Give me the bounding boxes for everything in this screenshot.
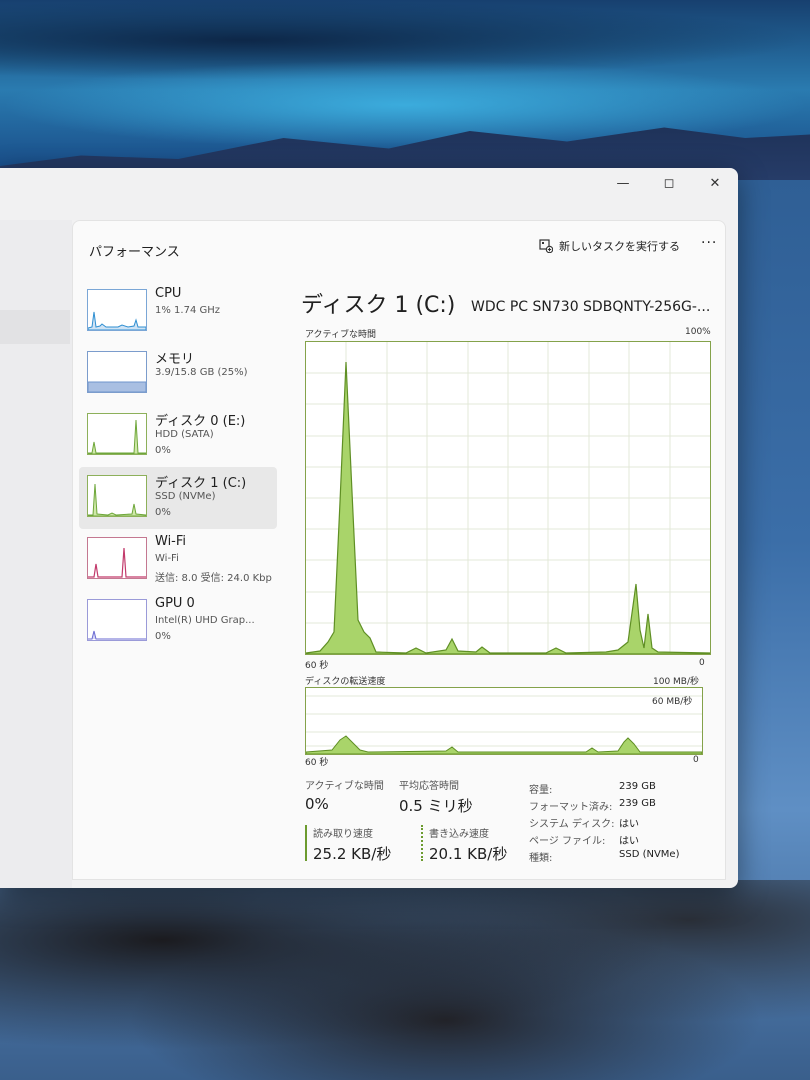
- prop-value: SSD (NVMe): [619, 849, 680, 860]
- close-icon[interactable]: ✕: [692, 168, 738, 198]
- resource-item-name: メモリ: [155, 352, 195, 367]
- resource-item-name: Wi-Fi: [155, 534, 187, 549]
- resource-item-detail: 3.9/15.8 GB (25%): [155, 367, 248, 378]
- nav-strip: [0, 220, 72, 888]
- transfer-rate-graph-left: 60 秒: [305, 758, 329, 768]
- nav-item-performance[interactable]: [0, 310, 70, 344]
- resource-item-detail: Intel(R) UHD Grap...: [155, 615, 255, 626]
- disk0-mini-graph: [87, 413, 147, 455]
- active-time-graph-right: 0: [699, 658, 705, 668]
- active-time-graph-label: アクティブな時間: [305, 330, 377, 340]
- wifi-mini-graph: [87, 537, 147, 579]
- prop-key: 容量:: [529, 785, 553, 796]
- resource-list: CPU 1% 1.74 GHz メモリ 3.9/15.8 GB (25%) ディ…: [79, 281, 279, 653]
- run-task-label: 新しいタスクを実行する: [559, 240, 680, 253]
- resource-item-name: ディスク 1 (C:): [155, 476, 247, 491]
- resource-item-disk1[interactable]: ディスク 1 (C:) SSD (NVMe) 0%: [79, 467, 277, 529]
- prop-key: 種類:: [529, 853, 553, 864]
- prop-key: フォーマット済み:: [529, 802, 613, 813]
- write-speed-value: 20.1 KB/秒: [429, 845, 508, 863]
- gpu-mini-graph: [87, 599, 147, 641]
- active-time-graph-left: 60 秒: [305, 661, 329, 671]
- resource-item-memory[interactable]: メモリ 3.9/15.8 GB (25%): [79, 343, 277, 405]
- run-task-icon: [539, 239, 553, 253]
- read-speed-value: 25.2 KB/秒: [313, 845, 392, 863]
- disk-title: ディスク 1 (C:): [301, 293, 456, 318]
- resource-item-detail: HDD (SATA): [155, 429, 214, 440]
- disk1-mini-graph: [87, 475, 147, 517]
- disk-model: WDC PC SN730 SDBQNTY-256G-...: [471, 299, 711, 315]
- run-new-task-button[interactable]: 新しいタスクを実行する: [539, 238, 680, 254]
- transfer-rate-graph-right: 0: [693, 755, 699, 765]
- resource-item-name: GPU 0: [155, 596, 195, 611]
- resource-item-name: CPU: [155, 286, 182, 301]
- active-time-value: 0%: [305, 795, 329, 813]
- resource-item-cpu[interactable]: CPU 1% 1.74 GHz: [79, 281, 277, 343]
- write-speed-indicator: [421, 825, 423, 861]
- transfer-rate-graph: 60 MB/秒: [305, 687, 703, 755]
- transfer-rate-series: [306, 735, 702, 754]
- response-time-value: 0.5 ミリ秒: [399, 797, 473, 815]
- resource-item-gpu0[interactable]: GPU 0 Intel(R) UHD Grap... 0%: [79, 591, 277, 653]
- resource-item-usage: 0%: [155, 631, 171, 642]
- resource-item-usage: 0%: [155, 507, 171, 518]
- cpu-mini-graph: [87, 289, 147, 331]
- more-options-icon[interactable]: ···: [701, 235, 717, 251]
- resource-item-detail: 1% 1.74 GHz: [155, 305, 221, 316]
- prop-key: ページ ファイル:: [529, 836, 606, 847]
- performance-page: パフォーマンス 新しいタスクを実行する ··· CPU 1% 1.74 GHz …: [72, 220, 726, 880]
- window-caption-buttons: — ◻ ✕: [600, 168, 738, 198]
- prop-value: はい: [619, 836, 639, 847]
- maximize-icon[interactable]: ◻: [646, 168, 692, 198]
- prop-key: システム ディスク:: [529, 819, 615, 830]
- transfer-rate-graph-label: ディスクの転送速度: [305, 677, 386, 687]
- resource-item-detail: Wi-Fi: [155, 553, 179, 564]
- prop-value: 239 GB: [619, 781, 656, 792]
- page-header: パフォーマンス 新しいタスクを実行する ···: [73, 221, 725, 271]
- resource-item-usage: 送信: 8.0 受信: 24.0 Kbp: [155, 573, 272, 584]
- active-time-label: アクティブな時間: [305, 781, 384, 792]
- task-manager-window: — ◻ ✕ パフォーマンス 新しいタスクを実行する ··· CPU 1% 1.7…: [0, 168, 738, 888]
- resource-item-usage: 0%: [155, 445, 171, 456]
- resource-item-detail: SSD (NVMe): [155, 491, 216, 502]
- transfer-rate-graph-mid: 60 MB/秒: [652, 697, 693, 707]
- response-time-label: 平均応答時間: [399, 781, 459, 792]
- resource-item-name: ディスク 0 (E:): [155, 414, 246, 429]
- resource-item-wifi[interactable]: Wi-Fi Wi-Fi 送信: 8.0 受信: 24.0 Kbp: [79, 529, 277, 591]
- transfer-rate-graph-max: 100 MB/秒: [653, 677, 700, 687]
- read-speed-label: 読み取り速度: [313, 829, 373, 840]
- prop-value: 239 GB: [619, 798, 656, 809]
- active-time-graph-max: 100%: [685, 327, 711, 337]
- resource-item-disk0[interactable]: ディスク 0 (E:) HDD (SATA) 0%: [79, 405, 277, 467]
- memory-mini-graph: [87, 351, 147, 393]
- prop-value: はい: [619, 819, 639, 830]
- minimize-icon[interactable]: —: [600, 168, 646, 198]
- read-speed-indicator: [305, 825, 307, 861]
- write-speed-label: 書き込み速度: [429, 829, 489, 840]
- page-title: パフォーマンス: [89, 245, 180, 260]
- active-time-graph: [305, 341, 711, 655]
